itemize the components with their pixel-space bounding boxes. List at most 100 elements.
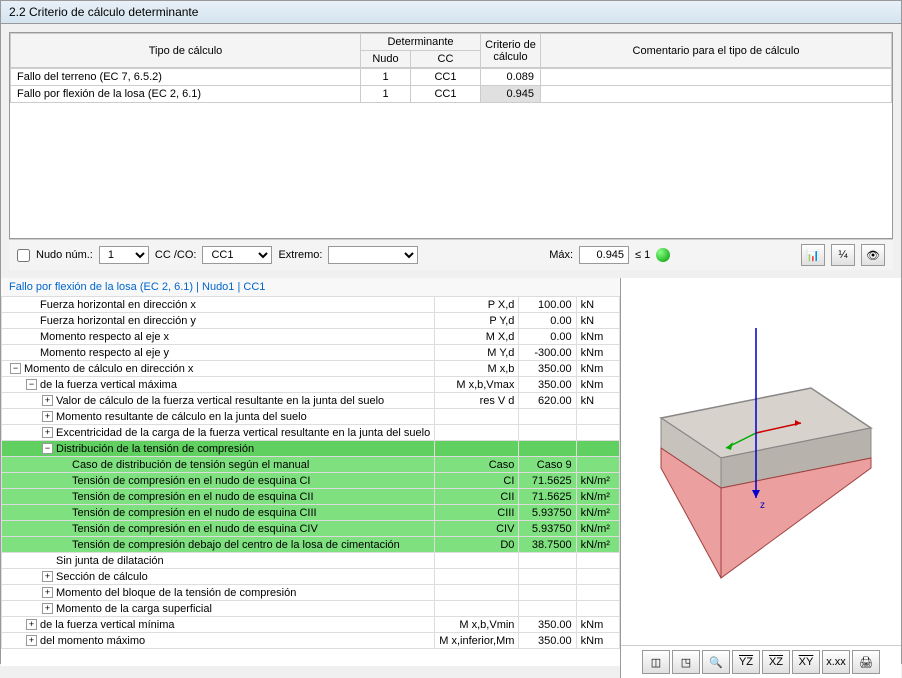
row-symbol: res V d xyxy=(435,393,519,409)
row-symbol: P X,d xyxy=(435,297,519,313)
view-print-button[interactable]: 🖨 xyxy=(852,650,880,674)
section-title: 2.2 Criterio de cálculo determinante xyxy=(9,5,198,19)
table-row[interactable]: Fallo del terreno (EC 7, 6.5.2)1CC10.089 xyxy=(11,69,892,86)
eye-button[interactable]: 👁 xyxy=(861,244,885,266)
row-unit: kN/m² xyxy=(576,521,619,537)
row-symbol xyxy=(435,601,519,617)
results-table: Tipo de cálculo Determinante Criterio de… xyxy=(9,32,893,239)
tree-expander[interactable]: − xyxy=(42,443,53,454)
tree-expander[interactable]: + xyxy=(42,571,53,582)
tree-expander[interactable]: + xyxy=(42,395,53,406)
detail-row[interactable]: Fuerza horizontal en dirección yP Y,d0.0… xyxy=(2,313,620,329)
cc-select[interactable]: CC1 xyxy=(202,246,272,264)
row-label: Momento de la carga superficial xyxy=(56,603,212,615)
row-value: 5.93750 xyxy=(519,521,576,537)
row-symbol xyxy=(435,425,519,441)
row-symbol: M x,b,Vmin xyxy=(435,617,519,633)
row-symbol: CI xyxy=(435,473,519,489)
row-value: 71.5625 xyxy=(519,489,576,505)
row-value xyxy=(519,585,576,601)
tree-expander[interactable]: + xyxy=(42,427,53,438)
detail-row[interactable]: Fuerza horizontal en dirección xP X,d100… xyxy=(2,297,620,313)
detail-row[interactable]: −Momento de cálculo en dirección xM x,b3… xyxy=(2,361,620,377)
row-label: Tensión de compresión en el nudo de esqu… xyxy=(72,507,317,519)
row-value xyxy=(519,601,576,617)
row-value xyxy=(519,553,576,569)
row-symbol xyxy=(435,553,519,569)
view-persp-button[interactable]: ◳ xyxy=(672,650,700,674)
row-symbol: CIII xyxy=(435,505,519,521)
row-value xyxy=(519,409,576,425)
max-limit: ≤ 1 xyxy=(635,249,650,261)
detail-row[interactable]: +Valor de cálculo de la fuerza vertical … xyxy=(2,393,620,409)
row-unit: kN/m² xyxy=(576,537,619,553)
tree-expander[interactable]: + xyxy=(26,635,37,646)
row-unit: kN/m² xyxy=(576,489,619,505)
controls-bar: Nudo núm.: 1 CC /CO: CC1 Extremo: Máx: ≤… xyxy=(9,239,893,270)
row-symbol: M x,inferior,Mm xyxy=(435,633,519,649)
table-row[interactable]: Fallo por flexión de la losa (EC 2, 6.1)… xyxy=(11,86,892,103)
detail-row[interactable]: Tensión de compresión en el nudo de esqu… xyxy=(2,489,620,505)
tree-expander[interactable]: + xyxy=(26,619,37,630)
detail-row[interactable]: −Distribución de la tensión de compresió… xyxy=(2,441,620,457)
extremo-label: Extremo: xyxy=(278,249,322,261)
view-xz-button[interactable]: XZ xyxy=(762,650,790,674)
row-unit xyxy=(576,409,619,425)
detail-row[interactable]: −de la fuerza vertical máximaM x,b,Vmax3… xyxy=(2,377,620,393)
view-xy-button[interactable]: XY xyxy=(792,650,820,674)
detail-title: Fallo por flexión de la losa (EC 2, 6.1)… xyxy=(1,278,620,296)
chart-button[interactable]: 📊 xyxy=(801,244,825,266)
row-unit: kNm xyxy=(576,617,619,633)
detail-row[interactable]: Caso de distribución de tensión según el… xyxy=(2,457,620,473)
row-symbol xyxy=(435,409,519,425)
row-label: Sin junta de dilatación xyxy=(56,555,164,567)
detail-row[interactable]: Tensión de compresión debajo del centro … xyxy=(2,537,620,553)
detail-row[interactable]: +Excentricidad de la carga de la fuerza … xyxy=(2,425,620,441)
detail-table[interactable]: Fuerza horizontal en dirección xP X,d100… xyxy=(1,296,620,666)
row-label: Excentricidad de la carga de la fuerza v… xyxy=(56,427,430,439)
row-unit xyxy=(576,457,619,473)
nudo-select[interactable]: 1 xyxy=(99,246,149,264)
viz-canvas[interactable]: z xyxy=(621,278,901,645)
nudo-checkbox[interactable] xyxy=(17,249,30,262)
row-label: del momento máximo xyxy=(40,635,145,647)
row-value: 5.93750 xyxy=(519,505,576,521)
tree-expander[interactable]: + xyxy=(42,603,53,614)
row-value xyxy=(519,569,576,585)
detail-row[interactable]: Tensión de compresión en el nudo de esqu… xyxy=(2,521,620,537)
detail-row[interactable]: +Momento resultante de cálculo en la jun… xyxy=(2,409,620,425)
row-label: Valor de cálculo de la fuerza vertical r… xyxy=(56,395,384,407)
tree-expander[interactable]: − xyxy=(10,363,21,374)
tree-expander[interactable]: + xyxy=(42,587,53,598)
detail-row[interactable]: +de la fuerza vertical mínimaM x,b,Vmin3… xyxy=(2,617,620,633)
detail-row[interactable]: Momento respecto al eje yM Y,d-300.00kNm xyxy=(2,345,620,361)
row-unit: kNm xyxy=(576,329,619,345)
detail-row[interactable]: +Sección de cálculo xyxy=(2,569,620,585)
detail-row[interactable]: +Momento del bloque de la tensión de com… xyxy=(2,585,620,601)
row-value: 0.00 xyxy=(519,329,576,345)
row-symbol: M x,b xyxy=(435,361,519,377)
detail-row[interactable]: Tensión de compresión en el nudo de esqu… xyxy=(2,473,620,489)
row-label: Tensión de compresión debajo del centro … xyxy=(72,539,400,551)
view-xxx-button[interactable]: x.xx xyxy=(822,650,850,674)
row-label: Tensión de compresión en el nudo de esqu… xyxy=(72,491,314,503)
detail-row[interactable]: Tensión de compresión en el nudo de esqu… xyxy=(2,505,620,521)
detail-row[interactable]: +del momento máximoM x,inferior,Mm350.00… xyxy=(2,633,620,649)
extremo-select[interactable] xyxy=(328,246,418,264)
detail-row[interactable]: +Momento de la carga superficial xyxy=(2,601,620,617)
tree-expander[interactable]: − xyxy=(26,379,37,390)
row-label: Momento resultante de cálculo en la junt… xyxy=(56,411,307,423)
row-label: Fuerza horizontal en dirección x xyxy=(40,299,196,311)
view-iso-button[interactable]: ◫ xyxy=(642,650,670,674)
row-unit xyxy=(576,441,619,457)
view-yz-button[interactable]: YZ xyxy=(732,650,760,674)
filter-button[interactable]: ¼ xyxy=(831,244,855,266)
col-criterio: Criterio de cálculo xyxy=(481,34,541,68)
tree-expander[interactable]: + xyxy=(42,411,53,422)
view-zoom-button[interactable]: 🔍 xyxy=(702,650,730,674)
detail-row[interactable]: Momento respecto al eje xM X,d0.00kNm xyxy=(2,329,620,345)
detail-row[interactable]: Sin junta de dilatación xyxy=(2,553,620,569)
row-value: 620.00 xyxy=(519,393,576,409)
row-value: -300.00 xyxy=(519,345,576,361)
row-label: Momento de cálculo en dirección x xyxy=(24,363,193,375)
